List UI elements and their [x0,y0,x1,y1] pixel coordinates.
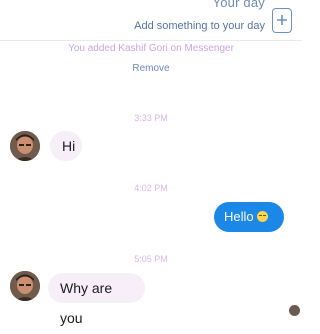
message-timestamp: 4:02 PM [134,183,168,193]
plus-icon [277,15,287,25]
sent-message-text: Hello [224,209,254,224]
chat-screen: Your day Add something to your day You a… [0,0,302,334]
profile-photo-icon [10,271,40,301]
received-message-bubble[interactable]: Hi [50,131,82,161]
remove-contact-link-row: Remove [0,63,302,74]
sent-message-bubble[interactable]: Hello [214,202,284,232]
contact-added-notice: You added Kashif Gori on Messenger [68,43,234,54]
seen-avatar-icon [289,305,300,316]
remove-contact-link[interactable]: Remove [132,63,169,74]
your-day-title: Your day [212,0,265,10]
profile-photo-icon [10,131,40,161]
message-timestamp: 5:05 PM [134,254,168,264]
your-day-banner[interactable]: Your day Add something to your day [0,0,302,41]
contact-avatar[interactable] [10,271,40,301]
contact-avatar[interactable] [10,131,40,161]
sweat-smile-emoji-icon [256,211,268,222]
received-message-bubble[interactable]: Why are you [48,273,145,326]
message-timestamp: 3:33 PM [134,113,168,123]
add-to-your-day-text[interactable]: Add something to your day [134,20,265,32]
add-story-button[interactable] [272,8,292,33]
